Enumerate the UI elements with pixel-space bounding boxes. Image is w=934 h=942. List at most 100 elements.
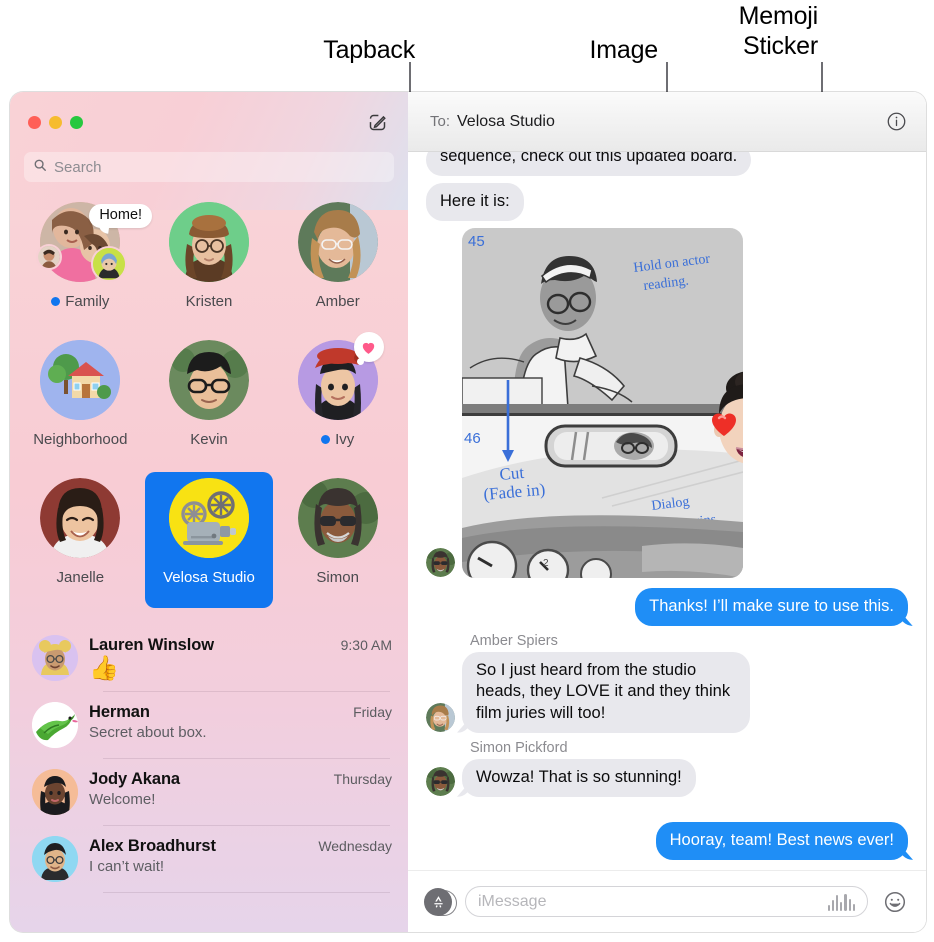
avatar-jody-akana (32, 769, 78, 816)
conversation-time: Wednesday (318, 838, 392, 855)
message-input[interactable]: iMessage (465, 886, 868, 917)
search-container: Search (10, 152, 408, 182)
message-bubble[interactable]: So I just heard from the studio heads, t… (462, 652, 750, 733)
conversation-row-alex-broadhurst[interactable]: Alex Broadhurst Wednesday I can’t wait! (10, 825, 408, 894)
message-row-incoming-simon: Wowza! That is so stunning! (426, 758, 908, 797)
avatar-family-member-2 (91, 246, 128, 282)
tapback-bubble-family: Home! (89, 204, 153, 228)
storyboard-artwork: 45 Hold on actor reading. 46 Cut (Fade i… (462, 228, 743, 579)
sender-name-simon-pickford: Simon Pickford (470, 739, 568, 756)
app-store-icon[interactable] (424, 887, 457, 916)
pinned-label-kristen: Kristen (186, 293, 233, 310)
audio-record-icon[interactable] (827, 893, 855, 911)
message-bubble[interactable]: sequence, check out this updated board. (426, 152, 752, 177)
pinned-name-simon: Simon (316, 569, 359, 586)
pinned-item-janelle[interactable]: Janelle (16, 472, 145, 608)
pinned-label-velosa-studio: Velosa Studio (163, 569, 255, 586)
avatar-alex-broadhurst (32, 836, 78, 883)
pinned-label-family: Family (51, 293, 109, 310)
avatar-kevin (168, 340, 249, 420)
pinned-name-janelle: Janelle (56, 569, 105, 586)
avatar-amber-thread (426, 702, 455, 732)
pinned-name-family: Family (65, 293, 110, 310)
pinned-item-simon[interactable]: Simon (273, 472, 402, 608)
conversation-header: Lauren Winslow 9:30 AM (89, 636, 392, 655)
pinned-name-ivy: Ivy (335, 431, 355, 448)
conversation-body: Alex Broadhurst Wednesday I can’t wait! (89, 836, 392, 877)
pinned-item-neighborhood[interactable]: Neighborhood (16, 334, 145, 470)
search-input[interactable]: Search (24, 152, 394, 182)
pinned-label-kevin: Kevin (190, 431, 228, 448)
minimize-window-button[interactable] (49, 115, 62, 129)
message-bubble[interactable]: Wowza! That is so stunning! (462, 758, 696, 797)
conversation-time: 9:30 AM (340, 637, 392, 653)
messages-window: Search Home! Family Kristen Amber Neighb… (10, 92, 926, 932)
conversation-list: Lauren Winslow 9:30 AM 👍 Herman Friday S… (10, 624, 408, 894)
pinned-label-amber: Amber (316, 293, 360, 310)
pinned-item-kevin[interactable]: Kevin (145, 334, 274, 470)
conversation-preview: 👍 (89, 655, 119, 682)
thread-header: To: Velosa Studio (408, 92, 926, 152)
recipient-field[interactable]: Velosa Studio (457, 113, 555, 131)
close-window-button[interactable] (28, 115, 41, 129)
unread-dot-ivy (321, 435, 331, 444)
avatar-simon-thread-2 (426, 766, 455, 796)
conversation-row-jody-akana[interactable]: Jody Akana Thursday Welcome! (10, 758, 408, 825)
message-bubble[interactable]: Hooray, team! Best news ever! (655, 821, 908, 860)
conversation-time: Friday (353, 704, 392, 721)
pinned-item-kristen[interactable]: Kristen (145, 196, 274, 332)
message-row-incoming-amber: So I just heard from the studio heads, t… (426, 652, 908, 733)
message-bubble[interactable]: Here it is: (426, 183, 524, 222)
message-row-outgoing-thanks: Thanks! I’ll make sure to use this. (426, 588, 908, 627)
pinned-item-family[interactable]: Home! Family (16, 196, 153, 332)
conversation-name: Herman (89, 703, 150, 722)
callout-label-image: Image (589, 36, 659, 64)
avatar-amber (297, 202, 378, 282)
pinned-name-kevin: Kevin (190, 431, 228, 448)
pinned-name-velosa-studio: Velosa Studio (163, 569, 255, 586)
traffic-lights (28, 115, 83, 129)
conversation-time: Thursday (333, 771, 392, 788)
pinned-item-amber[interactable]: Amber (273, 196, 402, 332)
avatar-simon (297, 478, 378, 558)
memoji-sticker-heart-eyes[interactable] (707, 370, 743, 470)
conversation-header: Alex Broadhurst Wednesday (89, 837, 392, 856)
storyboard-label-45: 45 (468, 233, 485, 250)
avatar-janelle (40, 478, 121, 558)
conversation-row-lauren-winslow[interactable]: Lauren Winslow 9:30 AM 👍 (10, 624, 408, 691)
callout-label-tapback: Tapback (323, 36, 415, 64)
sender-name-amber-spiers: Amber Spiers (470, 633, 558, 650)
message-bubble[interactable]: Thanks! I’ll make sure to use this. (635, 588, 908, 627)
sidebar-titlebar (10, 92, 408, 152)
pinned-label-neighborhood: Neighborhood (33, 431, 127, 448)
message-image-storyboard[interactable]: 45 Hold on actor reading. 46 Cut (Fade i… (462, 228, 743, 579)
message-row-outgoing-hooray: Hooray, team! Best news ever! (426, 821, 908, 860)
pinned-name-kristen: Kristen (185, 293, 233, 310)
heart-icon (362, 342, 375, 354)
avatar-simon-thread (426, 548, 455, 578)
search-placeholder: Search (54, 158, 102, 176)
film-projector-icon (168, 478, 249, 558)
avatar-herman (32, 702, 78, 749)
avatar-neighborhood (40, 340, 121, 420)
pinned-item-velosa-studio[interactable]: Velosa Studio (144, 472, 274, 608)
message-row-incoming-image: 45 Hold on actor reading. 46 Cut (Fade i… (426, 228, 908, 579)
compose-new-message-icon[interactable] (364, 109, 390, 135)
conversation-thread: To: Velosa Studio sequence, check out th… (408, 92, 926, 932)
info-icon[interactable] (884, 110, 908, 134)
avatar-ivy (297, 332, 384, 420)
avatar-kristen (168, 202, 249, 282)
pinned-label-ivy: Ivy (321, 431, 354, 448)
pinned-name-amber: Amber (315, 293, 360, 310)
conversation-name: Alex Broadhurst (89, 837, 216, 856)
to-label: To: (430, 113, 451, 130)
conversation-header: Herman Friday (89, 703, 392, 722)
conversation-name: Lauren Winslow (89, 636, 214, 654)
zoom-window-button[interactable] (70, 115, 83, 129)
pinned-item-ivy[interactable]: Ivy (273, 332, 402, 470)
storyboard-label-46: 46 (464, 430, 481, 447)
emoji-picker-icon[interactable] (881, 888, 908, 915)
conversation-body: Lauren Winslow 9:30 AM 👍 (89, 635, 392, 681)
conversation-row-herman[interactable]: Herman Friday Secret about box. (10, 691, 408, 758)
avatar-velosa-studio (168, 478, 249, 558)
